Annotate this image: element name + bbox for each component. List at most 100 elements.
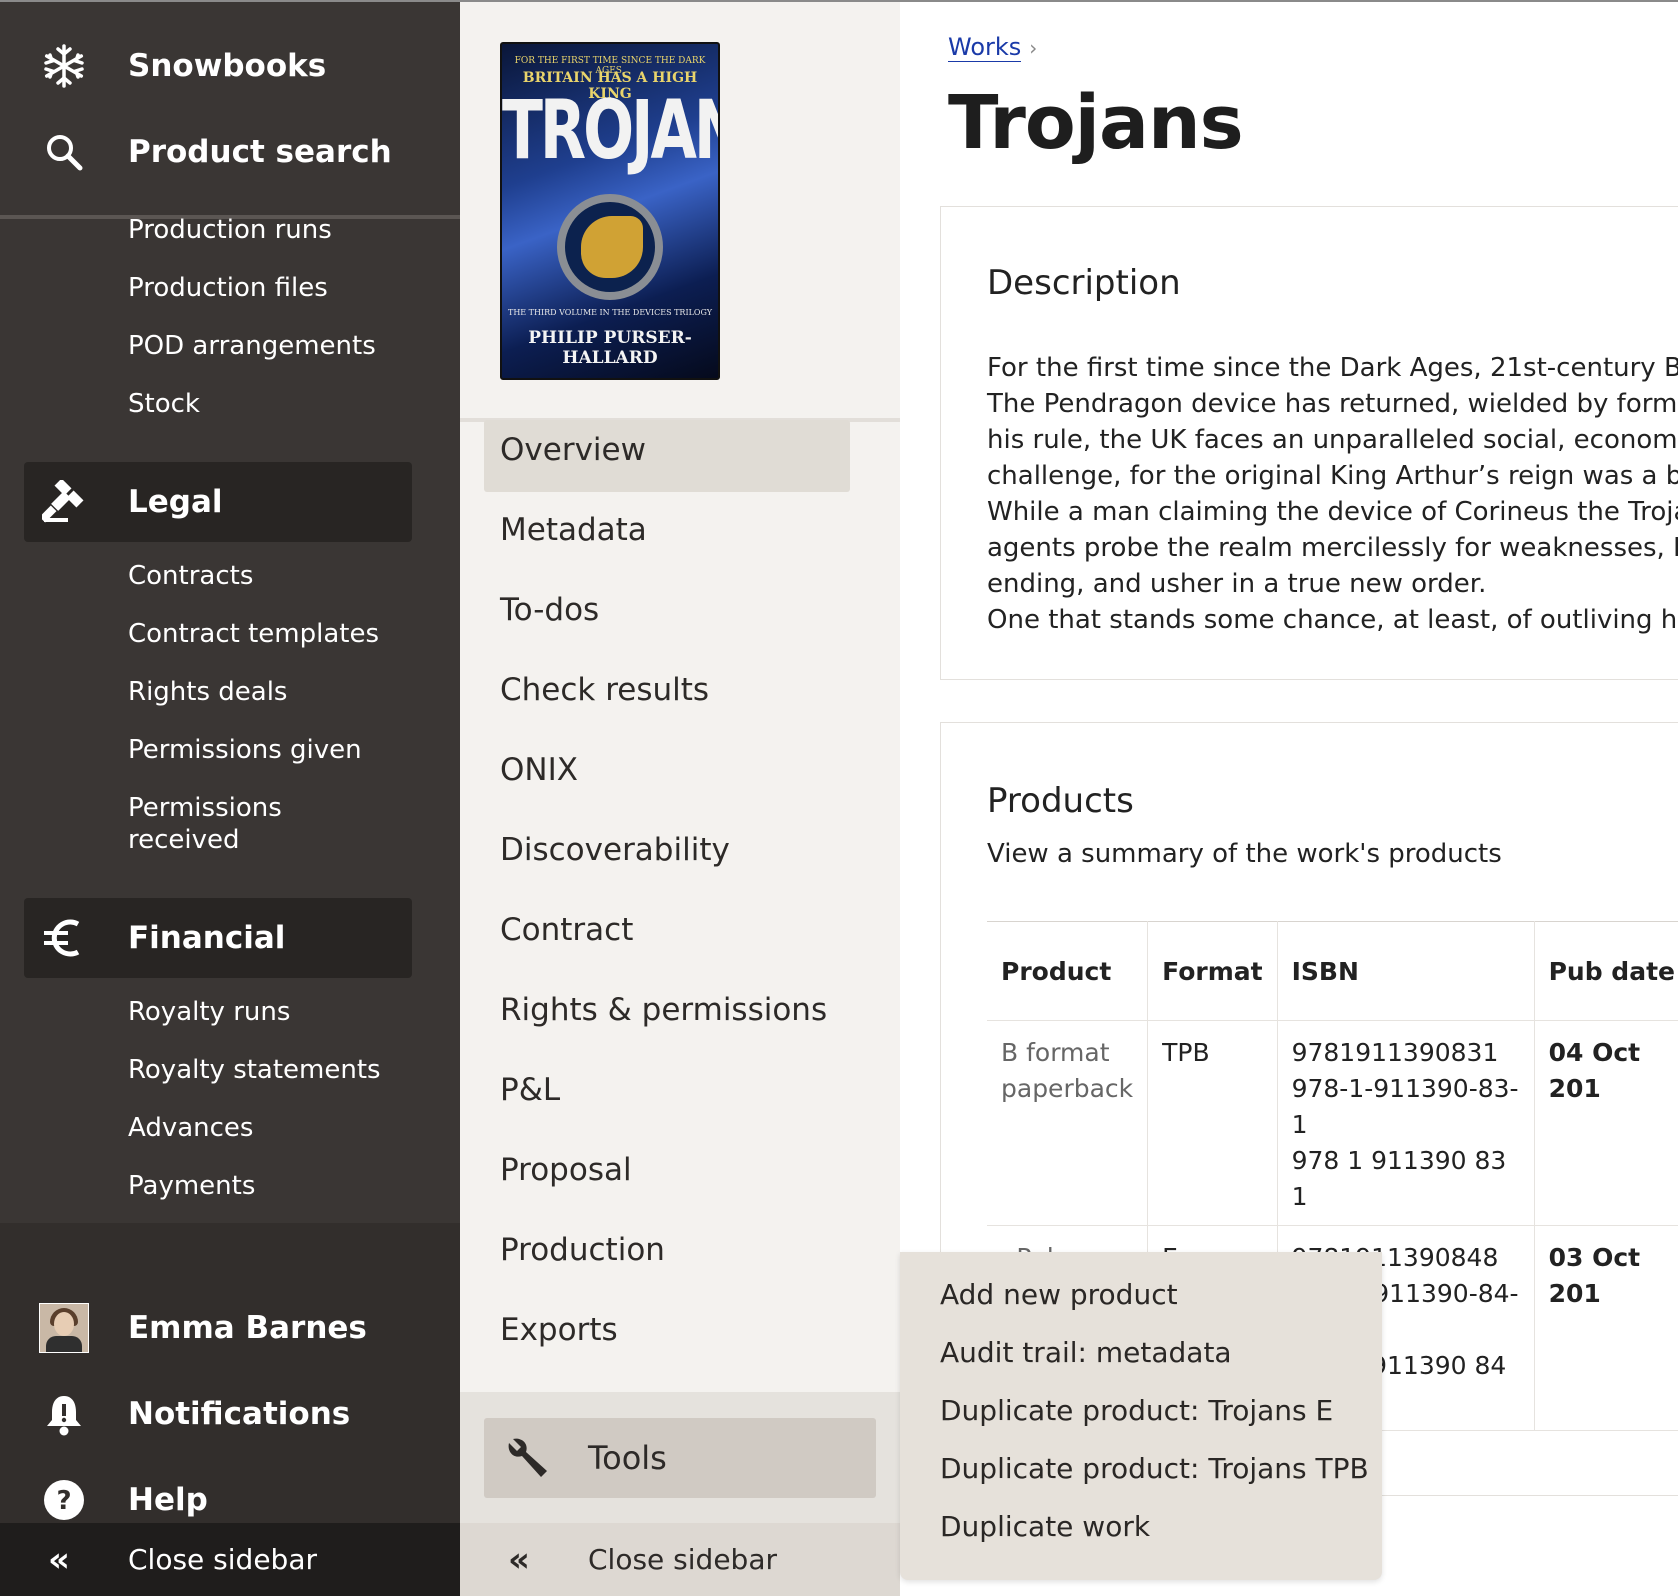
pub-date-cell: 04 Oct 201 [1533,1020,1678,1226]
double-chevron-left-icon: « [48,1539,70,1580]
legal-label: Legal [128,484,223,520]
description-line: For the first time since the Dark Ages, … [987,353,1678,383]
close-sidebar-label: Close sidebar [128,1543,317,1576]
window-top-border [0,0,1678,2]
user-name: Emma Barnes [128,1310,367,1346]
page-title: Trojans [948,80,1244,166]
search-icon [38,126,90,178]
description-line: challenge, for the original King Arthur’… [987,461,1678,491]
tab-pl[interactable]: P&L [500,1072,560,1108]
sidebar-item-advances[interactable]: Advances [128,1112,253,1144]
tab-contract[interactable]: Contract [500,912,633,948]
description-card: Description For the first time since the… [940,206,1678,680]
notifications-link[interactable]: Notifications [0,1374,460,1454]
sidebar-item-stock[interactable]: Stock [128,388,200,420]
wrench-icon [502,1432,554,1484]
financial-label: Financial [128,920,286,956]
product-cell[interactable]: B format paperback [987,1020,1149,1226]
breadcrumb: Works › [948,33,1038,62]
gavel-icon [38,476,90,528]
app-sidebar: Snowbooks Product search Production runs… [0,0,460,1596]
menu-item-duplicate-work[interactable]: Duplicate work [940,1510,1150,1543]
tab-to-dos[interactable]: To-dos [500,592,599,628]
menu-item-add-new-product[interactable]: Add new product [940,1278,1178,1311]
permissions-received-line2: received [128,825,240,855]
help-icon: ? [38,1474,90,1526]
products-heading: Products [987,781,1134,821]
sidebar-item-royalty-runs[interactable]: Royalty runs [128,996,290,1028]
description-line: ending, and usher in a true new order. [987,569,1487,599]
breadcrumb-works-link[interactable]: Works [948,33,1022,62]
sidebar-item-production-runs[interactable]: Production runs [128,214,332,246]
product-name: paperback [1001,1074,1134,1103]
cover-tagline: THE THIRD VOLUME IN THE DEVICES TRILOGY [507,308,713,317]
column-header-isbn[interactable]: ISBN [1276,921,1535,1021]
table-row[interactable]: B format paperback TPB 9781911390831 978… [987,1020,1678,1226]
tab-proposal[interactable]: Proposal [500,1152,632,1188]
sidebar-item-contract-templates[interactable]: Contract templates [128,618,379,650]
tab-check-results[interactable]: Check results [500,672,709,708]
cover-emblem [557,194,663,300]
brand-link[interactable]: Snowbooks [0,26,460,106]
tools-button[interactable]: Tools [484,1418,876,1498]
book-cover[interactable]: FOR THE FIRST TIME SINCE THE DARK AGES, … [500,42,720,380]
sidebar-item-contracts[interactable]: Contracts [128,560,253,592]
sidebar-item-permissions-received[interactable]: Permissions received [128,792,282,856]
isbn13: 9781911390831 [1291,1038,1499,1067]
brand-name: Snowbooks [128,48,327,84]
bell-icon [38,1388,90,1440]
sidebar-item-pod-arrangements[interactable]: POD arrangements [128,330,376,362]
euro-icon [38,912,90,964]
sidebar-item-royalty-statements[interactable]: Royalty statements [128,1054,381,1086]
description-line: agents probe the realm mercilessly for w… [987,533,1678,563]
description-line: While a man claiming the device of Corin… [987,497,1678,527]
cover-title: TROJANS [502,83,718,179]
tab-metadata[interactable]: Metadata [500,512,647,548]
sidebar-item-payments[interactable]: Payments [128,1170,255,1202]
user-menu[interactable]: Emma Barnes [0,1288,460,1368]
menu-item-duplicate-product-e[interactable]: Duplicate product: Trojans E [940,1394,1333,1427]
product-search-label: Product search [128,134,392,170]
avatar [38,1302,90,1354]
sidebar-section-financial[interactable]: Financial [24,898,412,978]
tab-rights-permissions[interactable]: Rights & permissions [500,992,827,1028]
pub-date-cell: 03 Oct 201 [1533,1225,1678,1431]
sidebar-item-permissions-given[interactable]: Permissions given [128,734,362,766]
menu-item-audit-trail-metadata[interactable]: Audit trail: metadata [940,1336,1232,1369]
isbn-spaced: 978 1 911390 83 1 [1291,1146,1507,1211]
isbn-cell: 9781911390831 978-1-911390-83-1 978 1 91… [1276,1020,1535,1226]
tab-overview[interactable]: Overview [500,432,646,468]
products-subheading: View a summary of the work's products [987,839,1502,869]
description-line: One that stands some chance, at least, o… [987,605,1678,635]
chevron-right-icon: › [1029,36,1038,60]
description-heading: Description [987,263,1181,303]
menu-item-duplicate-product-tpb[interactable]: Duplicate product: Trojans TPB [940,1452,1369,1485]
sidebar-section-legal[interactable]: Legal [24,462,412,542]
column-header-format[interactable]: Format [1147,921,1278,1021]
description-line: The Pendragon device has returned, wield… [987,389,1678,419]
svg-text:?: ? [56,1486,71,1516]
tab-onix[interactable]: ONIX [500,752,578,788]
cover-author: PHILIP PURSER-HALLARD [528,328,692,368]
product-search-link[interactable]: Product search [0,112,460,192]
column-header-pub-date[interactable]: Pub date [1533,921,1678,1021]
tab-production[interactable]: Production [500,1232,665,1268]
work-sidebar: FOR THE FIRST TIME SINCE THE DARK AGES, … [460,0,900,1596]
snowflake-icon [38,40,90,92]
table-header-row: Product Format ISBN Pub date [987,921,1678,1021]
notifications-label: Notifications [128,1396,351,1432]
product-name: B format [1001,1038,1110,1067]
tab-discoverability[interactable]: Discoverability [500,832,730,868]
help-label: Help [128,1482,208,1518]
description-line: his rule, the UK faces an unparalleled s… [987,425,1678,455]
close-work-sidebar-label: Close sidebar [588,1543,777,1576]
tools-menu: Add new product Audit trail: metadata Du… [900,1252,1382,1580]
close-sidebar-button[interactable]: « Close sidebar [0,1523,460,1596]
sidebar-item-production-files[interactable]: Production files [128,272,328,304]
sidebar-item-rights-deals[interactable]: Rights deals [128,676,287,708]
tab-exports[interactable]: Exports [500,1312,618,1348]
permissions-received-line1: Permissions [128,793,282,823]
column-header-product[interactable]: Product [987,921,1149,1021]
close-work-sidebar-button[interactable]: « Close sidebar [460,1523,900,1596]
isbn-hyphenated: 978-1-911390-83-1 [1291,1074,1519,1139]
